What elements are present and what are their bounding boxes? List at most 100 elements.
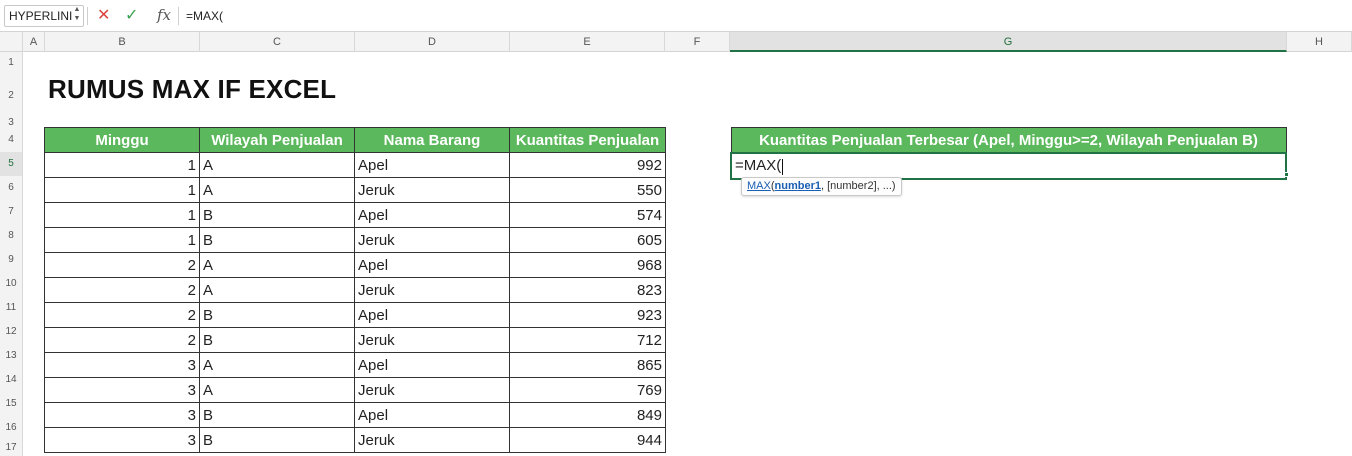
table-row: 2 A Apel 968 xyxy=(44,252,666,278)
row-header-2[interactable]: 2 xyxy=(0,74,23,118)
check-icon[interactable]: ✓ xyxy=(125,6,138,26)
cell-barang[interactable]: Jeruk xyxy=(354,227,510,253)
cell-wilayah[interactable]: A xyxy=(199,277,355,303)
text-cursor xyxy=(782,158,784,175)
row-header-14[interactable]: 14 xyxy=(0,368,23,392)
fill-handle[interactable] xyxy=(1284,172,1289,177)
row-header-7[interactable]: 7 xyxy=(0,200,23,224)
row-header-4[interactable]: 4 xyxy=(0,128,23,152)
row-header-9[interactable]: 9 xyxy=(0,248,23,272)
row-header-17[interactable]: 17 xyxy=(0,440,23,456)
cell-kuantitas[interactable]: 865 xyxy=(509,352,666,378)
name-box-dropdown-icon[interactable]: ▲ ▼ xyxy=(71,5,83,25)
column-header-e[interactable]: E xyxy=(510,32,665,52)
cell-barang[interactable]: Apel xyxy=(354,252,510,278)
cell-minggu[interactable]: 1 xyxy=(44,202,200,228)
column-header-f[interactable]: F xyxy=(665,32,730,52)
row-header-11[interactable]: 11 xyxy=(0,296,23,320)
table-row: 1 B Apel 574 xyxy=(44,202,666,228)
result-table: Kuantitas Penjualan Terbesar (Apel, Ming… xyxy=(730,127,1287,180)
cell-barang[interactable]: Jeruk xyxy=(354,277,510,303)
cell-kuantitas[interactable]: 712 xyxy=(509,327,666,353)
header-minggu[interactable]: Minggu xyxy=(44,127,200,153)
cell-kuantitas[interactable]: 944 xyxy=(509,427,666,453)
cell-wilayah[interactable]: B xyxy=(199,202,355,228)
cell-kuantitas[interactable]: 574 xyxy=(509,202,666,228)
header-kuantitas-penjualan[interactable]: Kuantitas Penjualan xyxy=(509,127,666,153)
cell-barang[interactable]: Jeruk xyxy=(354,177,510,203)
cell-kuantitas[interactable]: 823 xyxy=(509,277,666,303)
fx-icon[interactable]: fx xyxy=(157,5,171,25)
row-header-10[interactable]: 10 xyxy=(0,272,23,296)
cell-minggu[interactable]: 1 xyxy=(44,152,200,178)
row-header-12[interactable]: 12 xyxy=(0,320,23,344)
table-row: 2 B Apel 923 xyxy=(44,302,666,328)
cell-kuantitas[interactable]: 605 xyxy=(509,227,666,253)
select-all-corner[interactable] xyxy=(0,32,23,52)
cell-minggu[interactable]: 3 xyxy=(44,352,200,378)
cell-minggu[interactable]: 3 xyxy=(44,377,200,403)
cell-wilayah[interactable]: A xyxy=(199,152,355,178)
cell-barang[interactable]: Jeruk xyxy=(354,327,510,353)
cell-minggu[interactable]: 2 xyxy=(44,302,200,328)
cell-kuantitas[interactable]: 968 xyxy=(509,252,666,278)
formula-input[interactable]: =MAX( xyxy=(186,5,786,27)
cell-barang[interactable]: Jeruk xyxy=(354,427,510,453)
cell-minggu[interactable]: 3 xyxy=(44,402,200,428)
row-header-8[interactable]: 8 xyxy=(0,224,23,248)
cell-barang[interactable]: Apel xyxy=(354,402,510,428)
cell-wilayah[interactable]: A xyxy=(199,177,355,203)
cell-kuantitas[interactable]: 769 xyxy=(509,377,666,403)
cell-minggu[interactable]: 2 xyxy=(44,327,200,353)
header-wilayah-penjualan[interactable]: Wilayah Penjualan xyxy=(199,127,355,153)
row-header-15[interactable]: 15 xyxy=(0,392,23,416)
cell-barang[interactable]: Apel xyxy=(354,202,510,228)
cell-wilayah[interactable]: A xyxy=(199,377,355,403)
cell-wilayah[interactable]: B xyxy=(199,327,355,353)
cell-kuantitas[interactable]: 923 xyxy=(509,302,666,328)
row-header-6[interactable]: 6 xyxy=(0,176,23,200)
cell-kuantitas[interactable]: 849 xyxy=(509,402,666,428)
column-header-d[interactable]: D xyxy=(355,32,510,52)
row-header-5[interactable]: 5 xyxy=(0,152,23,176)
table-row: 2 A Jeruk 823 xyxy=(44,277,666,303)
table-header-row: Minggu Wilayah Penjualan Nama Barang Kua… xyxy=(44,127,666,153)
cell-wilayah[interactable]: A xyxy=(199,252,355,278)
cell-wilayah[interactable]: B xyxy=(199,427,355,453)
cell-minggu[interactable]: 2 xyxy=(44,252,200,278)
formula-bar-divider xyxy=(87,7,88,25)
cell-wilayah[interactable]: B xyxy=(199,302,355,328)
result-header[interactable]: Kuantitas Penjualan Terbesar (Apel, Ming… xyxy=(730,127,1287,154)
column-header-h[interactable]: H xyxy=(1287,32,1352,52)
column-header-g[interactable]: G xyxy=(730,32,1287,52)
cell-minggu[interactable]: 2 xyxy=(44,277,200,303)
cell-minggu[interactable]: 1 xyxy=(44,227,200,253)
cell-minggu[interactable]: 1 xyxy=(44,177,200,203)
column-header-b[interactable]: B xyxy=(45,32,200,52)
tooltip-function-link[interactable]: MAX xyxy=(747,180,771,192)
table-row: 3 B Apel 849 xyxy=(44,402,666,428)
row-header-3[interactable]: 3 xyxy=(0,118,23,128)
row-header-16[interactable]: 16 xyxy=(0,416,23,440)
active-cell-g5[interactable]: =MAX( xyxy=(730,152,1287,180)
cell-kuantitas[interactable]: 550 xyxy=(509,177,666,203)
close-icon[interactable]: ✕ xyxy=(97,6,110,26)
cell-barang[interactable]: Apel xyxy=(354,152,510,178)
cell-barang[interactable]: Apel xyxy=(354,302,510,328)
cell-minggu[interactable]: 3 xyxy=(44,427,200,453)
table-row: 3 A Apel 865 xyxy=(44,352,666,378)
header-nama-barang[interactable]: Nama Barang xyxy=(354,127,510,153)
column-header-c[interactable]: C xyxy=(200,32,355,52)
cell-kuantitas[interactable]: 992 xyxy=(509,152,666,178)
sheet-title: RUMUS MAX IF EXCEL xyxy=(48,74,337,104)
cell-barang[interactable]: Apel xyxy=(354,352,510,378)
sales-data-table: Minggu Wilayah Penjualan Nama Barang Kua… xyxy=(44,127,666,453)
tooltip-arg-number1[interactable]: number1 xyxy=(775,180,821,192)
cell-wilayah[interactable]: A xyxy=(199,352,355,378)
column-header-a[interactable]: A xyxy=(23,32,45,52)
cell-wilayah[interactable]: B xyxy=(199,227,355,253)
cell-wilayah[interactable]: B xyxy=(199,402,355,428)
row-header-13[interactable]: 13 xyxy=(0,344,23,368)
cell-barang[interactable]: Jeruk xyxy=(354,377,510,403)
row-header-1[interactable]: 1 xyxy=(0,52,23,74)
